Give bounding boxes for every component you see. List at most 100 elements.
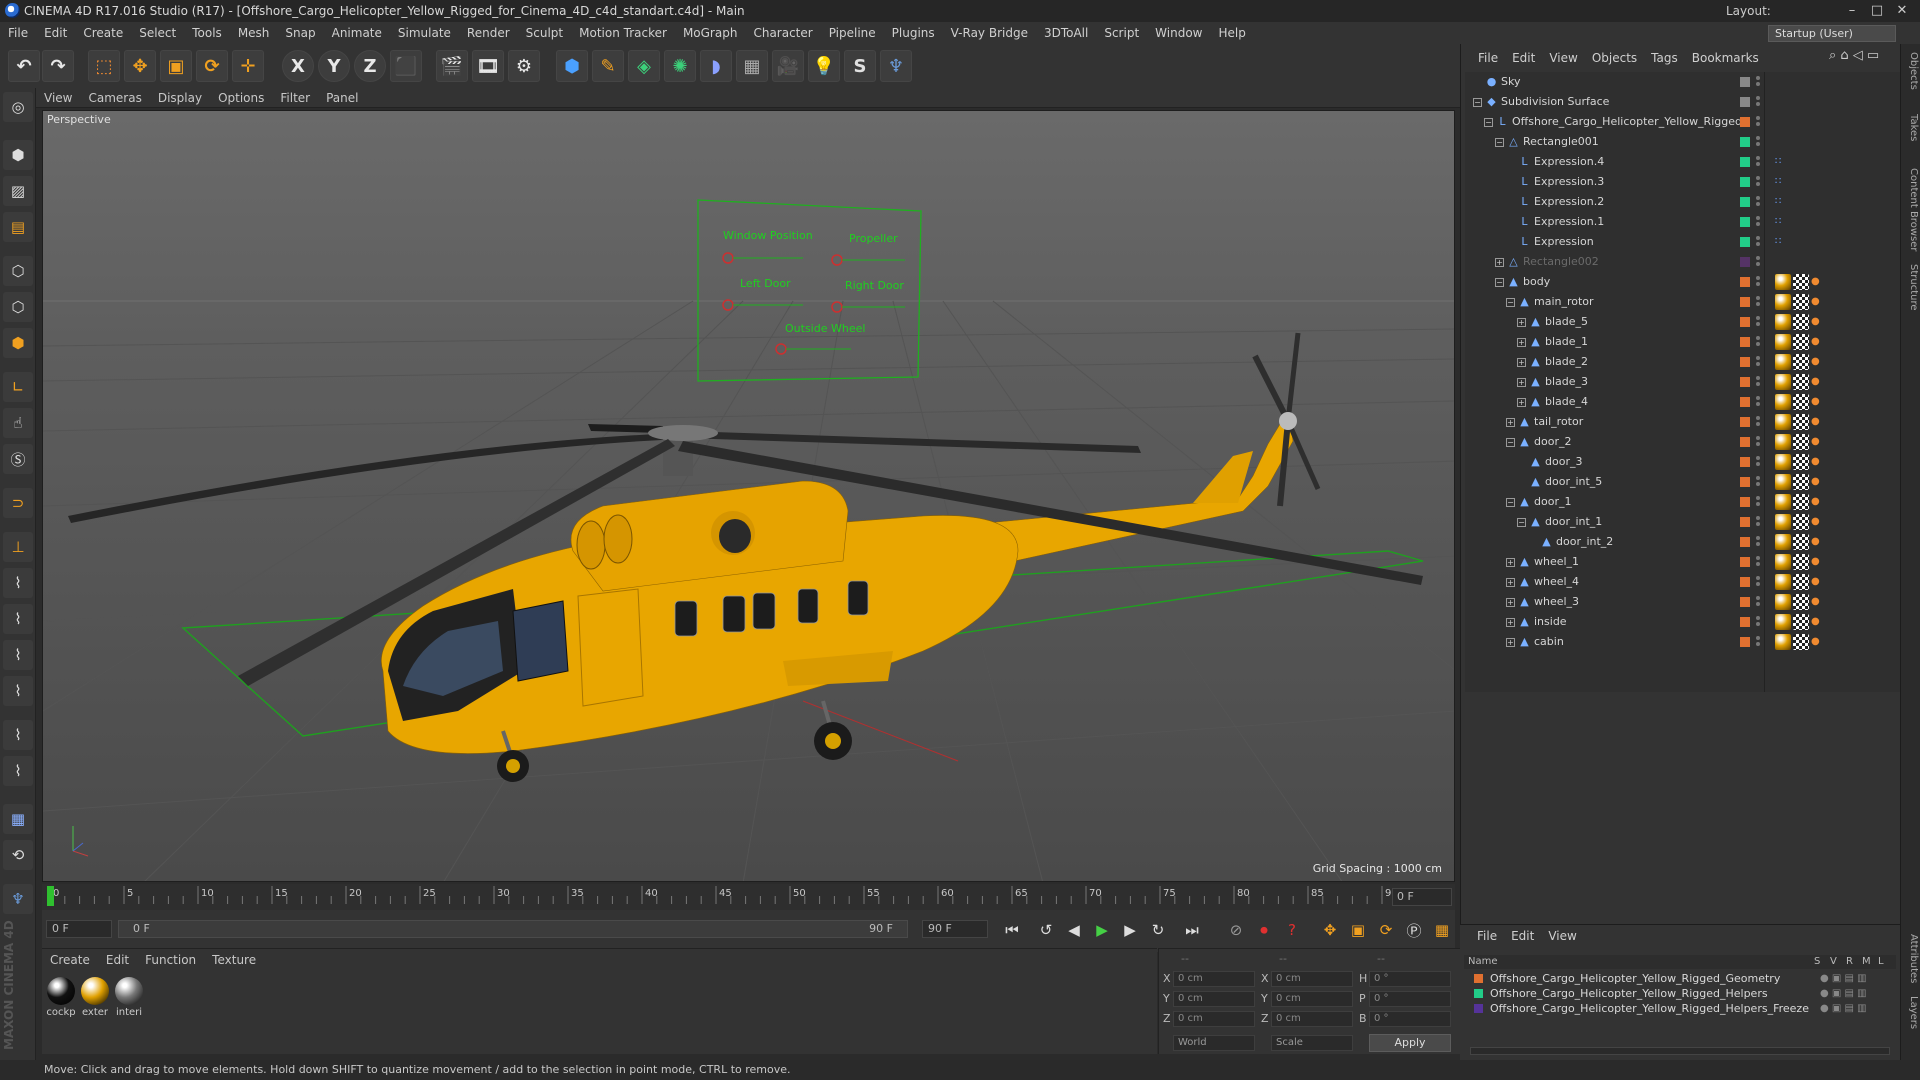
- render-view-icon[interactable]: 🎬: [436, 50, 468, 82]
- layer-color-swatch[interactable]: [1740, 397, 1750, 407]
- right-tab-takes[interactable]: Takes: [1903, 114, 1919, 141]
- constraint-tag-icon[interactable]: ●: [1811, 614, 1821, 630]
- texture-tag-icon[interactable]: [1793, 634, 1809, 650]
- next-frame-icon[interactable]: ▶: [1118, 918, 1142, 942]
- texture-tag-icon[interactable]: [1793, 534, 1809, 550]
- constraint-tag-icon[interactable]: ●: [1811, 634, 1821, 650]
- object-row[interactable]: L Expression.1 ∷: [1465, 212, 1901, 232]
- cube-primitive-icon[interactable]: ⬢: [556, 50, 588, 82]
- object-name[interactable]: wheel_4: [1534, 572, 1579, 592]
- size-field[interactable]: 0 cm: [1271, 991, 1353, 1007]
- viewport-menu-cameras[interactable]: Cameras: [80, 88, 149, 108]
- scale-tool-icon[interactable]: ▣: [160, 50, 192, 82]
- object-name[interactable]: door_int_1: [1545, 512, 1602, 532]
- visibility-dots[interactable]: [1756, 235, 1762, 249]
- preview-range-slider[interactable]: 0 F 90 F: [118, 920, 908, 938]
- layer-color-swatch[interactable]: [1740, 97, 1750, 107]
- expand-toggle[interactable]: −: [1506, 298, 1515, 307]
- layer-color-swatch[interactable]: [1740, 137, 1750, 147]
- x-axis-lock-button[interactable]: X: [282, 50, 314, 82]
- previous-key-icon[interactable]: ↺: [1034, 918, 1058, 942]
- object-row[interactable]: ▲ door_int_5 ●: [1465, 472, 1901, 492]
- menu-character[interactable]: Character: [745, 22, 820, 44]
- visibility-dots[interactable]: [1756, 475, 1762, 489]
- layer-row[interactable]: Offshore_Cargo_Helicopter_Yellow_Rigged_…: [1474, 1001, 1894, 1016]
- object-name[interactable]: blade_4: [1545, 392, 1588, 412]
- object-name[interactable]: blade_5: [1545, 312, 1588, 332]
- menu-tools[interactable]: Tools: [184, 22, 230, 44]
- object-row[interactable]: + ▲ inside ●: [1465, 612, 1901, 632]
- object-row[interactable]: ● Sky: [1465, 72, 1901, 92]
- object-row[interactable]: + ▲ blade_5 ●: [1465, 312, 1901, 332]
- object-row[interactable]: + ▲ blade_3 ●: [1465, 372, 1901, 392]
- texture-tag-icon[interactable]: [1793, 414, 1809, 430]
- right-tab-objects[interactable]: Objects: [1903, 52, 1919, 90]
- menu-animate[interactable]: Animate: [324, 22, 390, 44]
- expand-toggle[interactable]: −: [1517, 518, 1526, 527]
- material-tag-icon[interactable]: [1775, 314, 1791, 330]
- constraint-tag-icon[interactable]: ●: [1811, 594, 1821, 610]
- constraint-tag-icon[interactable]: ●: [1811, 554, 1821, 570]
- hud-slider-propeller[interactable]: [831, 254, 843, 266]
- layer-color-swatch[interactable]: [1740, 277, 1750, 287]
- camera-icon[interactable]: 🎥: [772, 50, 804, 82]
- z-axis-lock-button[interactable]: Z: [354, 50, 386, 82]
- position-field[interactable]: 0 cm: [1173, 971, 1255, 987]
- object-row[interactable]: − ▲ door_int_1 ●: [1465, 512, 1901, 532]
- menu-v-ray-bridge[interactable]: V-Ray Bridge: [943, 22, 1036, 44]
- light-icon[interactable]: 💡: [808, 50, 840, 82]
- record-keys-icon[interactable]: ⊘: [1224, 918, 1248, 942]
- object-row[interactable]: − ▲ door_1 ●: [1465, 492, 1901, 512]
- object-menu-view[interactable]: View: [1542, 44, 1584, 72]
- move-tool-icon[interactable]: ✥: [124, 50, 156, 82]
- paint-brush-icon[interactable]: ⌇: [3, 640, 33, 670]
- visibility-dots[interactable]: [1756, 515, 1762, 529]
- floor-icon[interactable]: ▦: [736, 50, 768, 82]
- visibility-dots[interactable]: [1756, 555, 1762, 569]
- layer-color-swatch[interactable]: [1740, 437, 1750, 447]
- constraint-tag-icon[interactable]: ●: [1811, 474, 1821, 490]
- visibility-dots[interactable]: [1756, 175, 1762, 189]
- material-tag-icon[interactable]: [1775, 514, 1791, 530]
- expand-toggle[interactable]: +: [1506, 638, 1515, 647]
- material-swatch[interactable]: exter: [80, 977, 110, 1018]
- visibility-dots[interactable]: [1756, 415, 1762, 429]
- layer-scrollbar[interactable]: [1470, 1047, 1890, 1055]
- workplane-icon[interactable]: ▤: [3, 212, 33, 242]
- expression-tag-icon[interactable]: ∷: [1775, 154, 1791, 170]
- visibility-dots[interactable]: [1756, 375, 1762, 389]
- layer-color-swatch[interactable]: [1740, 257, 1750, 267]
- visibility-dots[interactable]: [1756, 635, 1762, 649]
- constraint-tag-icon[interactable]: ●: [1811, 294, 1821, 310]
- visibility-dots[interactable]: [1756, 155, 1762, 169]
- expand-toggle[interactable]: +: [1506, 418, 1515, 427]
- material-tag-icon[interactable]: [1775, 454, 1791, 470]
- menu-render[interactable]: Render: [459, 22, 518, 44]
- python-icon[interactable]: ♆: [880, 50, 912, 82]
- material-tag-icon[interactable]: [1775, 594, 1791, 610]
- right-tab-attributes[interactable]: Attributes: [1903, 934, 1919, 983]
- object-name[interactable]: Expression.1: [1534, 212, 1604, 232]
- layer-menu-view[interactable]: View: [1541, 925, 1583, 947]
- object-name[interactable]: wheel_1: [1534, 552, 1579, 572]
- texture-tag-icon[interactable]: [1793, 454, 1809, 470]
- layer-color-swatch[interactable]: [1740, 297, 1750, 307]
- constraint-tag-icon[interactable]: ●: [1811, 534, 1821, 550]
- rotation-field[interactable]: 0 °: [1369, 971, 1451, 987]
- position-field[interactable]: 0 cm: [1173, 1011, 1255, 1027]
- material-tag-icon[interactable]: [1775, 334, 1791, 350]
- layer-color-swatch[interactable]: [1740, 457, 1750, 467]
- snap-icon[interactable]: Ⓢ: [3, 444, 33, 474]
- constraint-tag-icon[interactable]: ●: [1811, 514, 1821, 530]
- material-tag-icon[interactable]: [1775, 274, 1791, 290]
- object-name[interactable]: Sky: [1501, 72, 1520, 92]
- expression-tag-icon[interactable]: ∷: [1775, 214, 1791, 230]
- layer-color-swatch[interactable]: [1740, 377, 1750, 387]
- object-row[interactable]: + ▲ cabin ●: [1465, 632, 1901, 652]
- right-tab-structure[interactable]: Structure: [1903, 264, 1919, 311]
- layer-name[interactable]: Offshore_Cargo_Helicopter_Yellow_Rigged_…: [1490, 1001, 1809, 1016]
- layer-color-swatch[interactable]: [1740, 497, 1750, 507]
- visibility-dots[interactable]: [1756, 195, 1762, 209]
- menu-select[interactable]: Select: [131, 22, 184, 44]
- render-settings-icon[interactable]: ⚙: [508, 50, 540, 82]
